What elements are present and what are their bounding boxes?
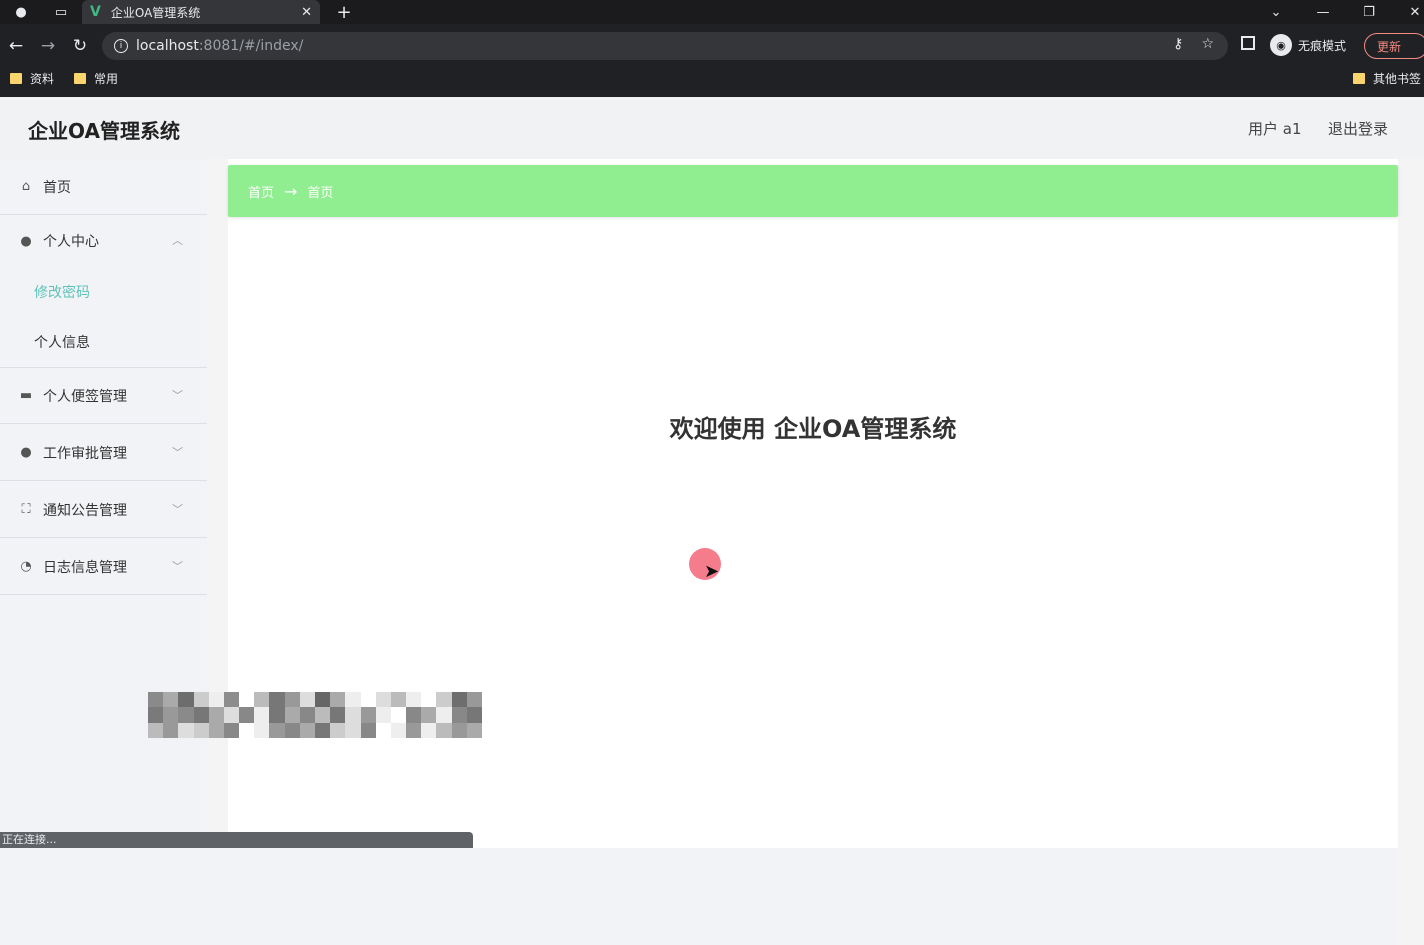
current-user: 用户 a1 [1248, 120, 1302, 138]
mouse-pointer-icon: ➤ [704, 561, 720, 582]
sidebar-subitem-label: 个人信息 [34, 335, 90, 351]
address-bar[interactable]: i localhost:8081/#/index/ ⚷ ☆ [102, 32, 1228, 60]
restore-button[interactable]: ❐ [1346, 0, 1392, 24]
fullscreen-icon: ⛶ [21, 502, 31, 517]
incognito-icon: ◉ [1270, 34, 1292, 56]
sidebar-item-log[interactable]: ◔ 日志信息管理 ﹀ [0, 539, 207, 595]
bookmark-label: 常用 [94, 72, 119, 86]
chevron-up-icon: ︿ [172, 234, 183, 247]
sidebar-item-label: 个人便签管理 [43, 388, 127, 405]
bookmark-folder-changyong[interactable]: 常用 [74, 70, 118, 87]
tab-list-icon[interactable]: ⌄ [1253, 0, 1299, 24]
incognito-label: 无痕模式 [1298, 38, 1347, 53]
forward-button[interactable]: → [36, 34, 60, 58]
app-header: 企业OA管理系统 用户 a1 退出登录 [0, 97, 1424, 159]
browser-chrome: ● ▭ V 企业OA管理系统 ✕ + ⌄ — ❐ ✕ ← → ↻ i local… [0, 0, 1424, 97]
compass-icon: ◔ [20, 559, 32, 574]
folder-icon [10, 73, 22, 84]
breadcrumb-current: 首页 [307, 185, 334, 201]
url-host: localhost [136, 38, 199, 54]
sidebar-item-label: 首页 [43, 179, 71, 196]
sidebar-item-home[interactable]: ⌂ 首页 [0, 159, 207, 215]
pixelated-watermark [148, 692, 482, 738]
folder-icon [1353, 73, 1365, 84]
minimize-button[interactable]: — [1300, 0, 1346, 24]
sidebar: ⌂ 首页 ● 个人中心 ︿ 修改密码 个人信息 ▬ 个人便签管理 ﹀ ● 工作审… [0, 159, 207, 848]
page-right-gutter [1398, 256, 1424, 945]
other-bookmarks[interactable]: 其他书签 [1353, 70, 1421, 87]
window-close-button[interactable]: ✕ [1392, 0, 1424, 24]
update-button[interactable]: 更新 [1364, 33, 1424, 59]
sidebar-item-label: 通知公告管理 [43, 502, 127, 519]
sidebar-item-notes[interactable]: ▬ 个人便签管理 ﹀ [0, 368, 207, 424]
sidebar-item-approval[interactable]: ● 工作审批管理 ﹀ [0, 425, 207, 481]
breadcrumb-separator: → [284, 181, 298, 201]
bookmark-folder-ziliao[interactable]: 资料 [10, 70, 54, 87]
briefcase-icon: ▬ [19, 388, 33, 403]
vue-logo-icon: V [90, 4, 101, 20]
side-panel-icon[interactable] [1241, 36, 1255, 50]
tab-title: 企业OA管理系统 [110, 5, 201, 20]
back-button[interactable]: ← [4, 34, 28, 58]
breadcrumb-root[interactable]: 首页 [248, 182, 274, 201]
user-icon: ● [20, 445, 32, 460]
key-icon[interactable]: ⚷ [1173, 36, 1183, 52]
star-icon[interactable]: ☆ [1201, 36, 1214, 52]
brand-title: 企业OA管理系统 [28, 119, 180, 143]
sidebar-subitem-change-password[interactable]: 修改密码 [0, 267, 207, 317]
sidebar-item-personal-center[interactable]: ● 个人中心 ︿ [0, 213, 207, 269]
breadcrumb: 首页 → 首页 [228, 165, 1398, 217]
sidebar-subitem-personal-info[interactable]: 个人信息 [0, 317, 207, 368]
chevron-down-icon: ﹀ [172, 560, 183, 573]
bookmark-label: 资料 [30, 72, 55, 86]
info-icon[interactable]: i [114, 39, 128, 53]
welcome-heading: 欢迎使用 企业OA管理系统 [669, 415, 957, 443]
update-label: 更新 [1377, 39, 1402, 54]
bookmarks-bar: 资料 常用 其他书签 [0, 66, 1424, 92]
url-path: :8081/#/index/ [198, 38, 304, 54]
chevron-down-icon: ﹀ [172, 446, 183, 459]
close-icon[interactable]: ✕ [301, 5, 312, 20]
sidebar-item-label: 个人中心 [43, 234, 99, 250]
folder-icon [74, 73, 86, 84]
chevron-down-icon: ﹀ [172, 503, 183, 516]
browser-toolbar: ← → ↻ i localhost:8081/#/index/ ⚷ ☆ [0, 30, 1424, 62]
chevron-down-icon: ﹀ [172, 389, 183, 402]
tab-search-icon[interactable]: ▭ [50, 2, 72, 22]
sidebar-item-label: 日志信息管理 [43, 559, 127, 576]
incognito-indicator[interactable]: ◉ 无痕模式 [1270, 34, 1346, 56]
browser-tab[interactable]: V 企业OA管理系统 ✕ [82, 0, 320, 24]
new-tab-button[interactable]: + [333, 0, 355, 24]
sidebar-item-label: 工作审批管理 [43, 445, 127, 462]
globe-icon[interactable]: ● [10, 2, 32, 22]
tab-strip: ● ▭ V 企业OA管理系统 ✕ + ⌄ — ❐ ✕ [0, 0, 1424, 24]
logout-link[interactable]: 退出登录 [1328, 118, 1388, 139]
status-bar: 正在连接... [0, 832, 473, 848]
sidebar-item-notice[interactable]: ⛶ 通知公告管理 ﹀ [0, 482, 207, 538]
home-icon: ⌂ [21, 179, 31, 194]
main-content: 首页 → 首页 欢迎使用 企业OA管理系统 [228, 159, 1398, 848]
sidebar-subitem-label: 修改密码 [34, 285, 90, 301]
other-bookmarks-label: 其他书签 [1373, 72, 1422, 86]
reload-button[interactable]: ↻ [68, 34, 92, 58]
user-icon: ● [20, 233, 32, 249]
